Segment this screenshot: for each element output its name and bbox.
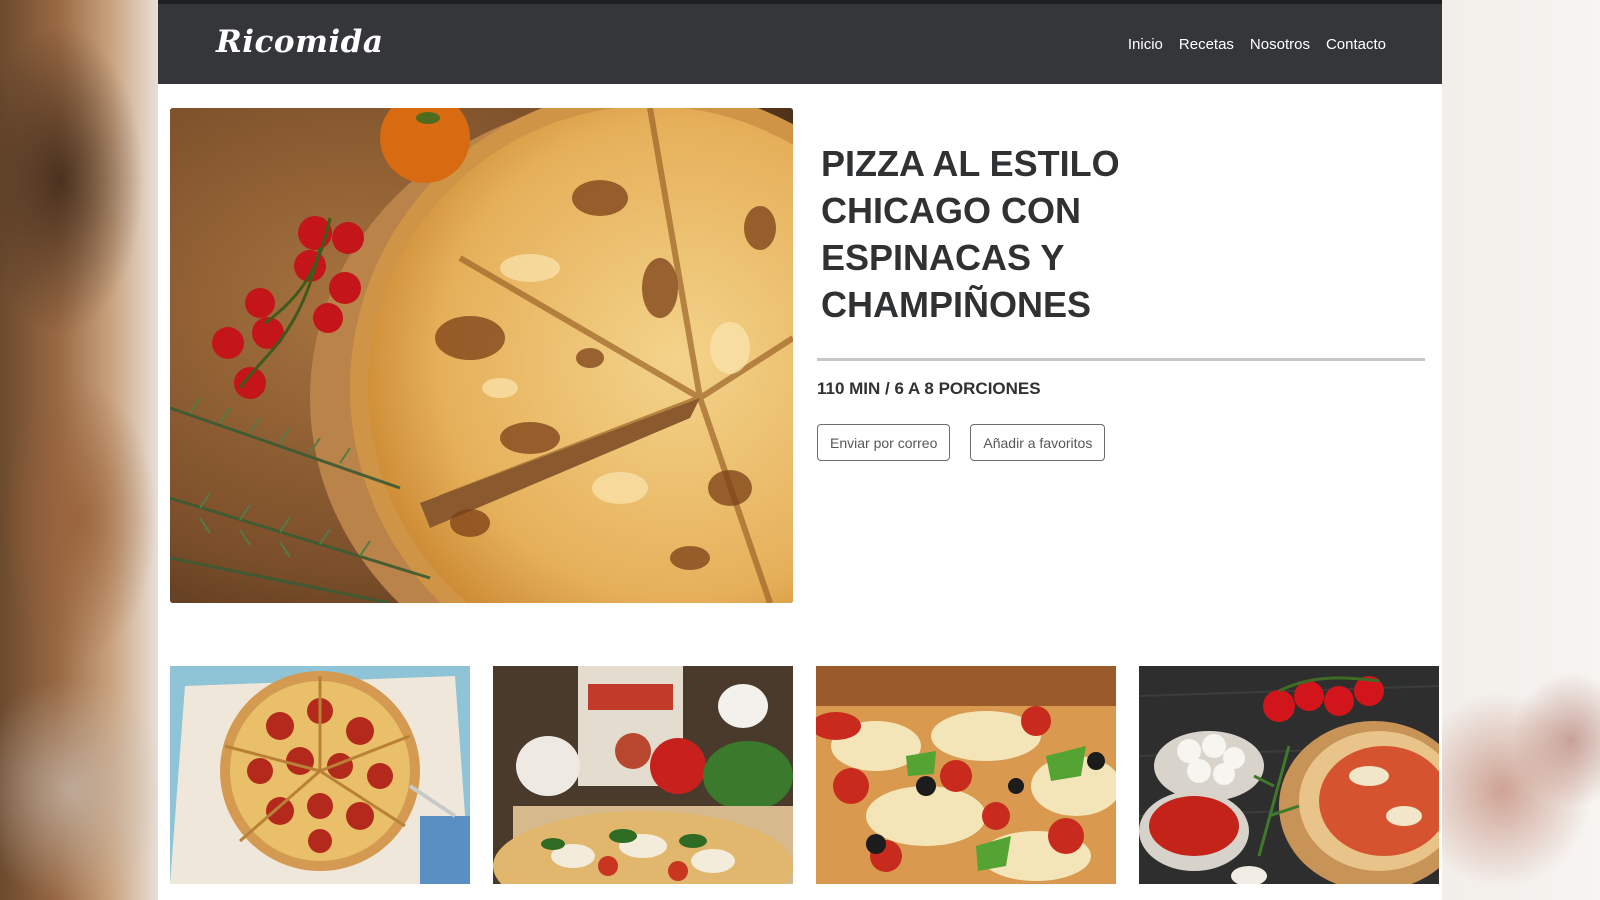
nav-item-nosotros[interactable]: Nosotros bbox=[1250, 36, 1310, 53]
veggie-pizza-closeup-photo-icon bbox=[816, 666, 1116, 884]
recipe-actions: Enviar por correo Añadir a favoritos bbox=[817, 424, 1106, 461]
related-recipe-thumbnail[interactable] bbox=[170, 666, 470, 884]
related-recipe-thumbnail[interactable] bbox=[493, 666, 793, 884]
nav-item-recetas[interactable]: Recetas bbox=[1179, 36, 1234, 53]
related-recipe-thumbnail[interactable] bbox=[816, 666, 1116, 884]
page: Ricomida Inicio Recetas Nosotros Contact… bbox=[158, 0, 1442, 900]
email-button[interactable]: Enviar por correo bbox=[817, 424, 951, 461]
divider bbox=[817, 358, 1425, 361]
add-favorite-button[interactable]: Añadir a favoritos bbox=[970, 424, 1106, 461]
pizza-ingredients-photo-icon bbox=[1139, 666, 1439, 884]
nav-item-contacto[interactable]: Contacto bbox=[1326, 36, 1386, 53]
brand-logo[interactable]: Ricomida bbox=[216, 24, 383, 60]
related-recipes bbox=[170, 666, 1439, 884]
pizza-photo-icon bbox=[170, 108, 793, 603]
related-recipe-thumbnail[interactable] bbox=[1139, 666, 1439, 884]
recipe-hero-image bbox=[170, 108, 793, 603]
recipe-meta: 110 MIN / 6 A 8 PORCIONES bbox=[817, 379, 1041, 398]
recipe-details: PIZZA AL ESTILO CHICAGO CON ESPINACAS Y … bbox=[817, 130, 1427, 461]
nav-menu: Inicio Recetas Nosotros Contacto bbox=[1128, 36, 1386, 53]
nav-item-inicio[interactable]: Inicio bbox=[1128, 36, 1163, 53]
navbar: Ricomida Inicio Recetas Nosotros Contact… bbox=[158, 0, 1442, 84]
recipe-title: PIZZA AL ESTILO CHICAGO CON ESPINACAS Y … bbox=[821, 143, 1120, 325]
margherita-pizza-crust-photo-icon bbox=[493, 666, 793, 884]
pepperoni-pizza-photo-icon bbox=[170, 666, 470, 884]
